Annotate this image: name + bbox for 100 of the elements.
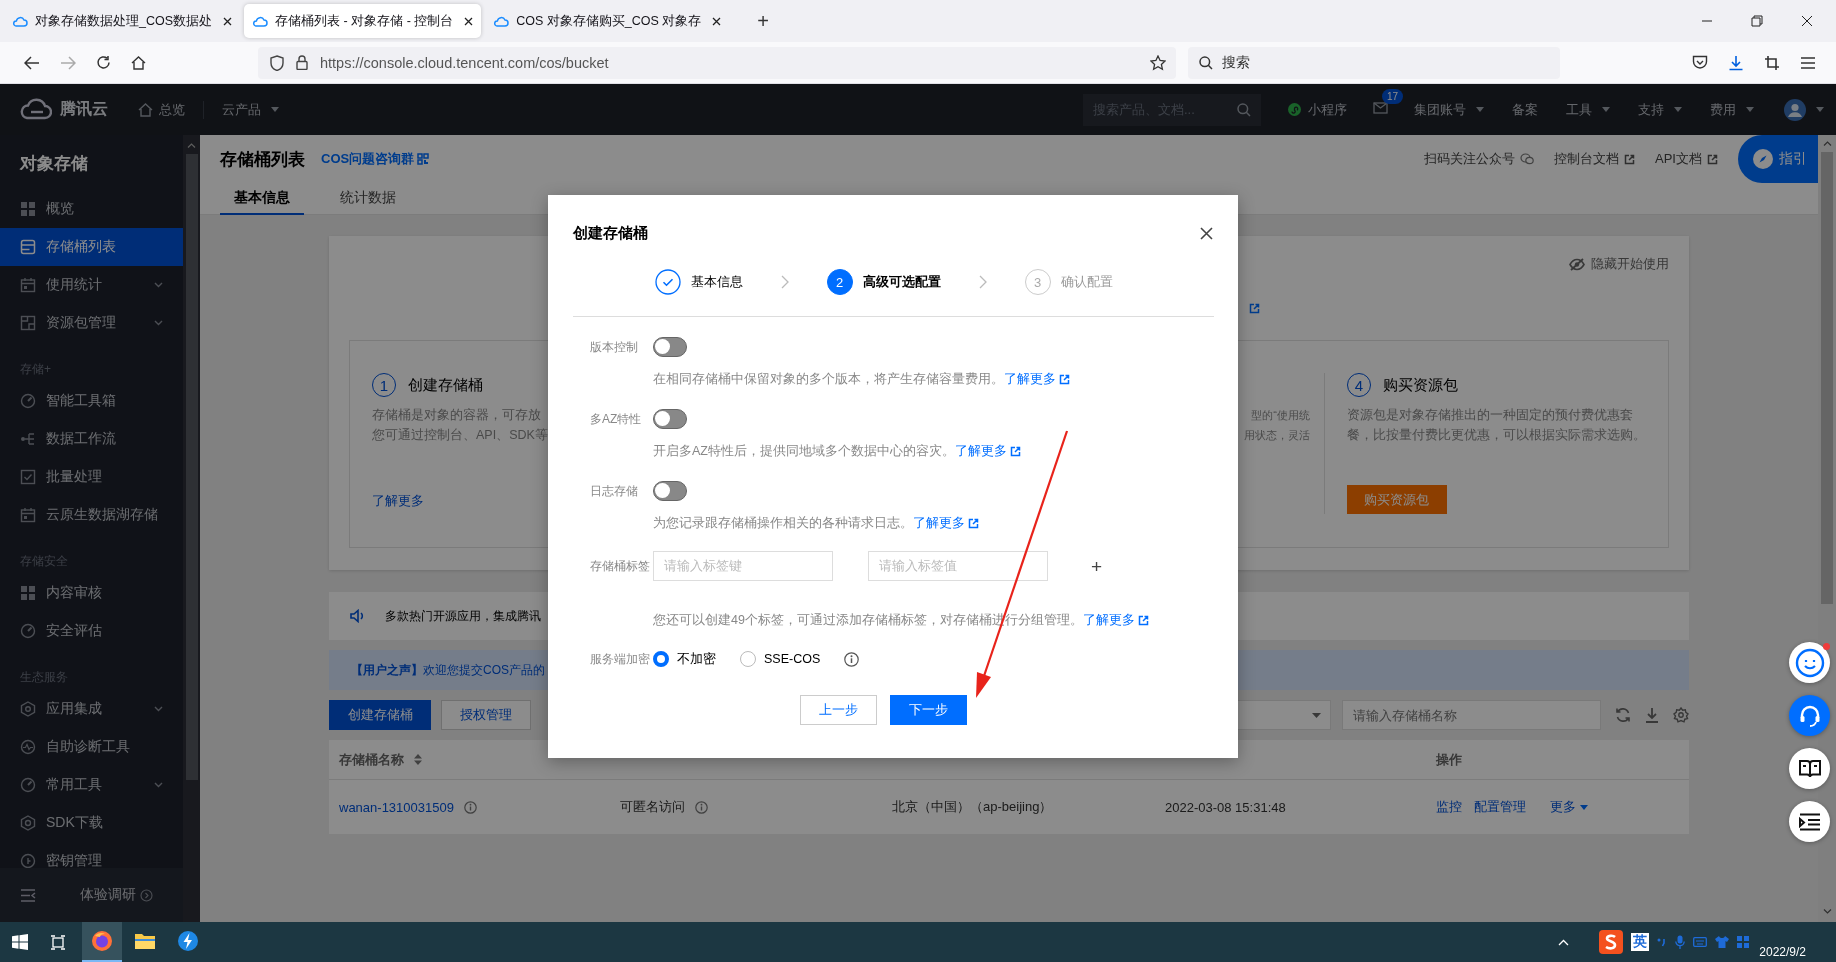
description-text: 存储桶是对象的容器，可存放 [372, 407, 541, 424]
close-icon[interactable] [1200, 226, 1213, 240]
input-method-icon[interactable] [1599, 930, 1624, 954]
close-icon[interactable] [223, 16, 233, 26]
browser-tab[interactable]: 存储桶列表 - 对象存储 - 控制台 [244, 4, 482, 38]
group-link[interactable]: COS问题咨询群 [321, 150, 430, 168]
sidebar-item[interactable]: 自助诊断工具 [0, 728, 183, 766]
scroll-down-icon[interactable] [1822, 909, 1832, 914]
survey-link[interactable]: 体验调研 [80, 886, 153, 904]
grid-icon [20, 585, 36, 601]
caret-icon [1312, 712, 1321, 718]
new-tab-button[interactable]: + [749, 11, 778, 31]
download-icon[interactable] [1645, 707, 1659, 723]
toolbar-button[interactable]: 创建存储桶 [329, 700, 431, 730]
mini-program-link[interactable]: 小程序 [1287, 100, 1347, 119]
close-icon[interactable] [464, 16, 474, 26]
browser-tab[interactable]: 对象存储数据处理_COS数据处 [4, 4, 241, 38]
sidebar-item[interactable]: 批量处理 [0, 458, 183, 496]
show-hidden-icon[interactable] [1558, 938, 1570, 946]
toggle-switch[interactable] [653, 337, 687, 357]
toggle-switch[interactable] [653, 481, 687, 501]
settings-icon[interactable] [1673, 707, 1689, 723]
learn-more-link[interactable]: 了解更多 [955, 441, 1021, 461]
info-icon[interactable] [695, 800, 708, 814]
sidebar-item[interactable]: 常用工具 [0, 766, 183, 804]
toggle-switch[interactable] [653, 409, 687, 429]
language-indicator[interactable]: 英 [1631, 933, 1650, 951]
nav-menu[interactable]: 集团账号 [1414, 100, 1484, 119]
radio-button[interactable] [740, 651, 756, 667]
sidebar-item[interactable]: 智能工具箱 [0, 382, 183, 420]
restore-icon[interactable] [1751, 15, 1763, 27]
add-button[interactable]: + [1091, 556, 1103, 576]
toolbar-button[interactable]: 授权管理 [441, 700, 531, 730]
input-field[interactable]: 请输入标签键 [653, 551, 833, 581]
menu-icon[interactable] [1800, 56, 1816, 69]
learn-more-link[interactable]: 了解更多 [913, 513, 979, 533]
download-icon[interactable] [1728, 54, 1744, 71]
search-field[interactable]: 请输入存储桶名称 [1342, 700, 1601, 730]
sidebar-item[interactable]: 安全评估 [0, 612, 183, 650]
sidebar-item[interactable]: SDK下载 [0, 804, 183, 842]
sidebar-item[interactable]: 密钥管理 [0, 842, 183, 868]
sidebar-item[interactable]: 云原生数据湖存储 [0, 496, 183, 534]
crop-icon[interactable] [1764, 54, 1780, 71]
back-button[interactable]: 上一步 [800, 695, 877, 725]
info-icon[interactable] [844, 651, 860, 667]
sidebar-item[interactable]: 概览 [0, 190, 183, 228]
reload-icon[interactable] [96, 55, 111, 70]
nav-menu[interactable]: 工具 [1566, 100, 1610, 119]
collapse-icon[interactable] [20, 888, 36, 902]
buy-button[interactable]: 购买资源包 [1347, 485, 1447, 514]
close-icon[interactable] [712, 16, 722, 26]
nav-menu[interactable]: 费用 [1710, 100, 1754, 119]
close-icon[interactable] [1801, 15, 1813, 27]
avatar-icon[interactable] [1784, 98, 1806, 121]
input-field[interactable]: 请输入标签值 [868, 551, 1048, 581]
sidebar-item[interactable]: 使用统计 [0, 266, 183, 304]
pocket-icon[interactable] [1692, 55, 1708, 70]
bucket-link[interactable]: wanan-1310031509 [339, 799, 454, 815]
overview-link[interactable]: 总览 [138, 100, 185, 119]
nav-menu[interactable]: 支持 [1638, 100, 1682, 119]
tab[interactable]: 统计数据 [326, 183, 410, 215]
hide-link[interactable]: 隐藏开始使用 [1569, 254, 1669, 274]
caret-icon [1816, 107, 1824, 112]
key-icon [20, 853, 36, 868]
task-view-icon[interactable] [50, 934, 66, 950]
learn-more-link[interactable]: 了解更多 [1004, 369, 1070, 389]
browser-tab[interactable]: COS 对象存储购买_COS 对象存 [485, 4, 730, 38]
refresh-icon[interactable] [1615, 707, 1631, 723]
action-link[interactable]: 监控 [1436, 798, 1462, 816]
sidebar-item[interactable]: 数据工作流 [0, 420, 183, 458]
mail-icon[interactable] [1373, 102, 1388, 114]
notice-text: 多款热门开源应用，集成腾讯 [385, 607, 541, 625]
header-link[interactable]: 扫码关注公众号 [1424, 150, 1535, 168]
radio-button[interactable] [653, 651, 669, 667]
scrollbar-thumb[interactable] [1821, 152, 1833, 604]
sidebar-item[interactable]: 资源包管理 [0, 304, 183, 342]
sidebar-item[interactable]: 内容审核 [0, 574, 183, 612]
windows-icon[interactable] [12, 934, 28, 950]
taskbar-app[interactable] [82, 922, 122, 962]
address-bar[interactable]: https://console.cloud.tencent.com/cos/bucket [258, 46, 1176, 79]
back-icon[interactable] [24, 55, 40, 70]
sidebar-item[interactable]: 存储桶列表 [0, 228, 183, 266]
guide-button[interactable]: 指引 [1738, 135, 1818, 183]
header-link[interactable]: API文档 [1655, 150, 1718, 168]
sort-icon[interactable] [414, 754, 422, 765]
action-link[interactable]: 更多 [1550, 798, 1588, 816]
sidebar-item[interactable]: 应用集成 [0, 690, 183, 728]
products-menu[interactable]: 云产品 [222, 100, 279, 119]
tab[interactable]: 基本信息 [220, 183, 304, 215]
learn-more-link[interactable]: 了解更多 [372, 492, 424, 510]
info-icon[interactable] [463, 800, 477, 814]
header-link[interactable]: 控制台文档 [1554, 150, 1636, 168]
star-icon[interactable] [1150, 54, 1166, 71]
action-link[interactable]: 配置管理 [1474, 798, 1526, 816]
nav-menu[interactable]: 备案 [1512, 100, 1538, 119]
scroll-up-icon[interactable] [1822, 141, 1832, 146]
home-icon[interactable] [131, 55, 146, 70]
search-field[interactable]: 搜索 [1188, 46, 1560, 79]
next-button[interactable]: 下一步 [890, 695, 967, 725]
learn-more-link[interactable]: 了解更多 [1082, 610, 1149, 630]
